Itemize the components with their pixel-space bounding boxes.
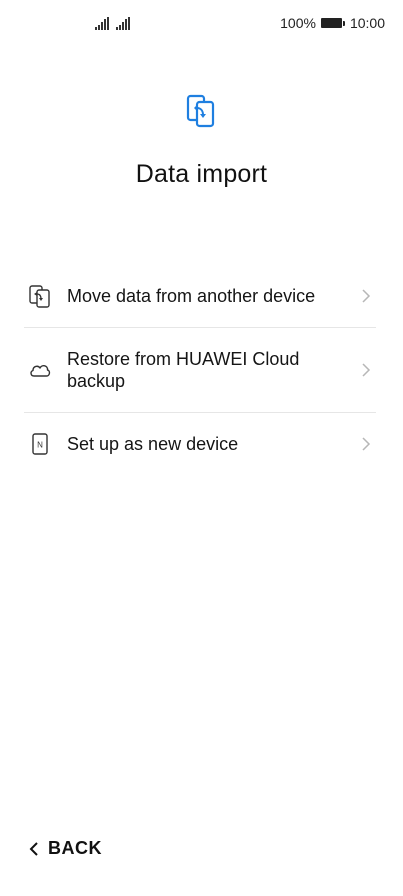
option-move-data[interactable]: Move data from another device — [24, 265, 376, 328]
new-badge: N — [37, 441, 43, 450]
back-button[interactable]: BACK — [28, 838, 102, 859]
clock: 10:00 — [349, 15, 385, 31]
option-label: Move data from another device — [67, 286, 316, 306]
signal-strength-icon — [116, 17, 130, 30]
status-right: 100% 10:00 — [280, 15, 385, 31]
import-options-list: Move data from another device Restore fr… — [24, 265, 376, 475]
battery-icon — [320, 18, 345, 28]
chevron-left-icon — [29, 841, 38, 856]
phone-transfer-icon — [29, 285, 50, 308]
signal-indicators — [95, 17, 130, 30]
data-transfer-icon — [186, 94, 215, 128]
option-label: Restore from HUAWEI Cloud backup — [67, 349, 300, 391]
chevron-right-icon — [362, 363, 371, 377]
chevron-right-icon — [362, 437, 371, 451]
signal-strength-icon — [95, 17, 109, 30]
status-bar: 100% 10:00 — [0, 0, 403, 48]
new-device-icon: N — [32, 433, 48, 455]
chevron-right-icon — [362, 289, 371, 303]
page-title: Data import — [135, 160, 268, 188]
option-restore-cloud[interactable]: Restore from HUAWEI Cloud backup — [24, 328, 376, 413]
option-new-device[interactable]: N Set up as new device — [24, 413, 376, 475]
battery-percent: 100% — [280, 15, 316, 31]
back-label: BACK — [48, 838, 102, 858]
option-label: Set up as new device — [67, 434, 239, 454]
cloud-icon — [30, 364, 51, 377]
